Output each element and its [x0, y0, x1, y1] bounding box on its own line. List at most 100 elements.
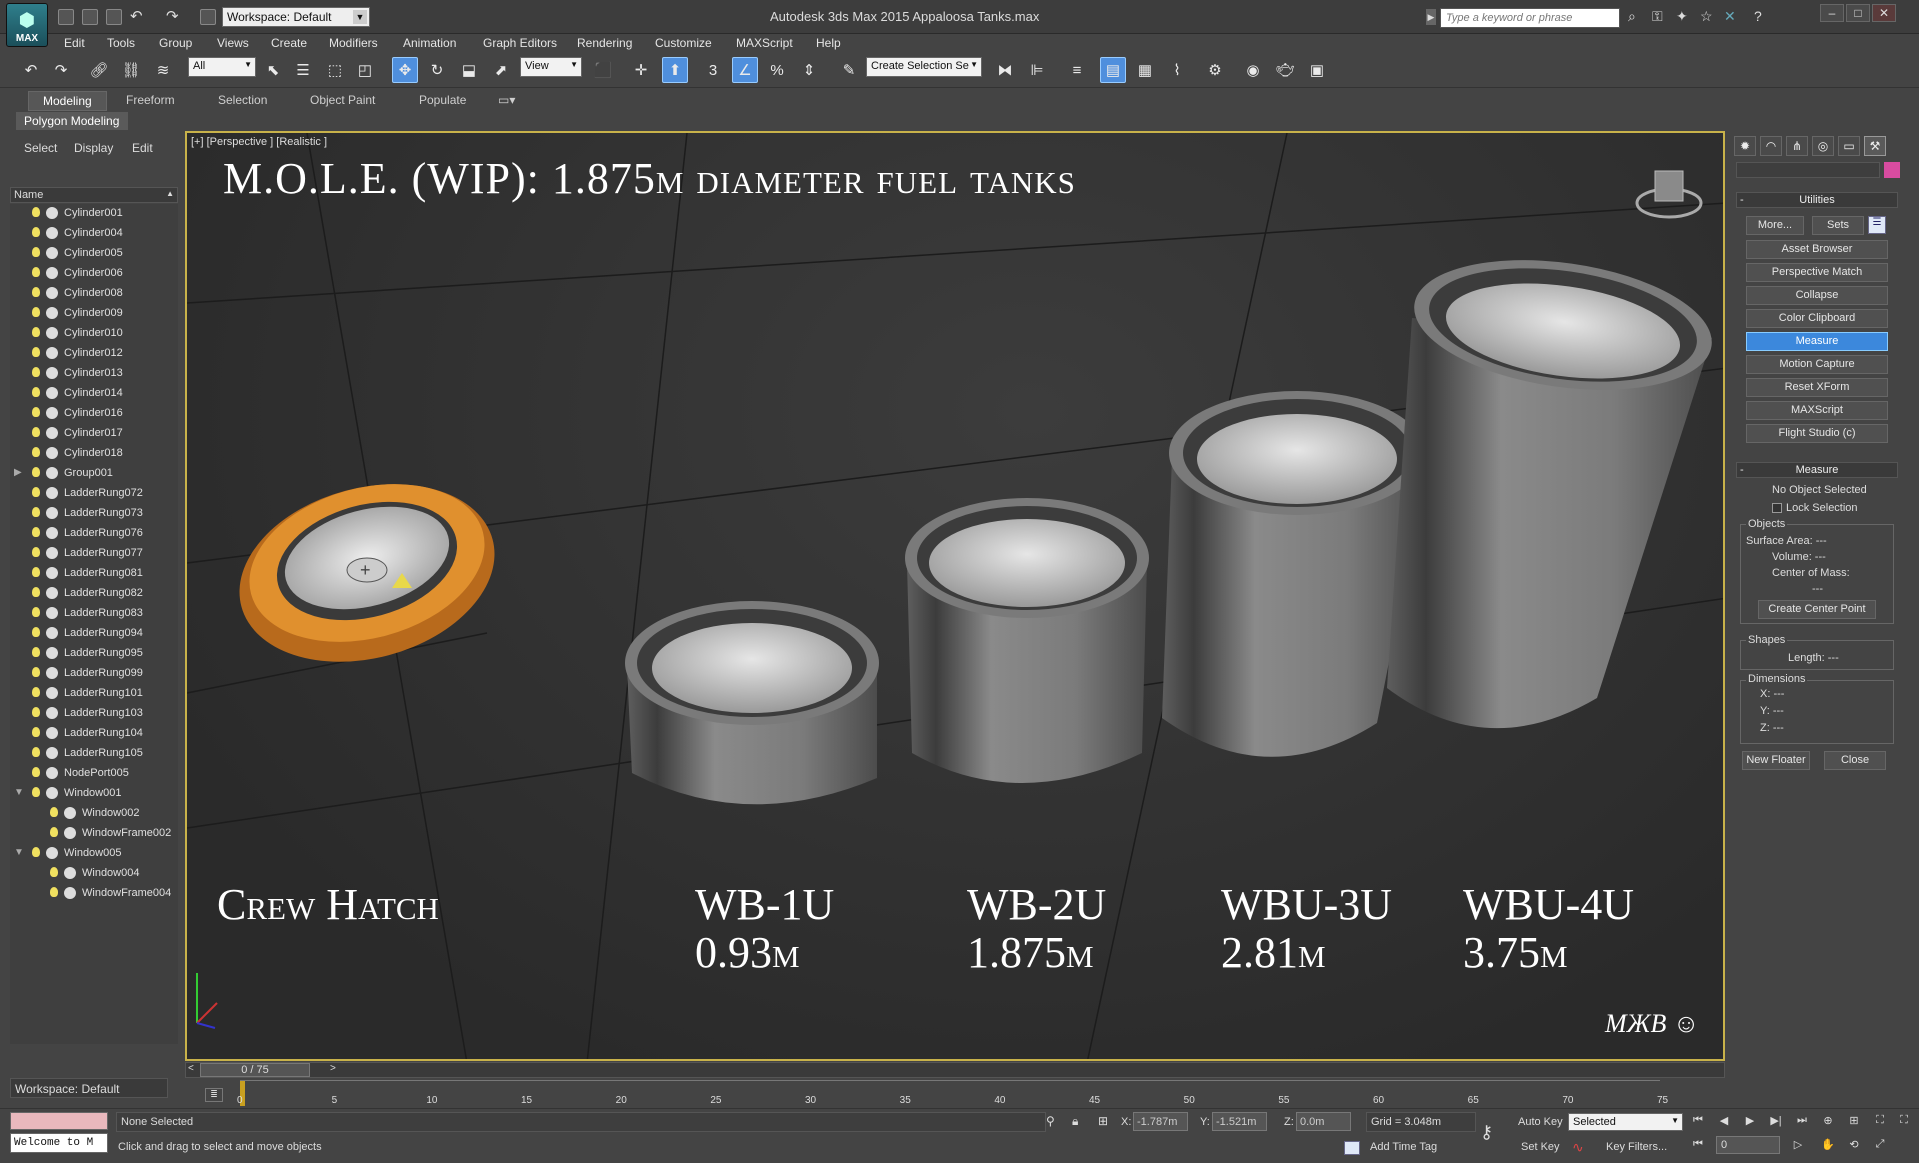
project-folder-icon[interactable] [200, 9, 216, 25]
save-file-icon[interactable] [106, 9, 122, 25]
utilities-panel-icon[interactable]: ⚒ [1864, 136, 1886, 156]
create-center-point-button[interactable]: Create Center Point [1758, 600, 1876, 619]
new-file-icon[interactable] [58, 9, 74, 25]
search-expand-icon[interactable]: ▶ [1426, 9, 1436, 25]
explorer-row[interactable]: Cylinder012 [10, 344, 178, 364]
menu-create[interactable]: Create [271, 36, 307, 50]
display-panel-icon[interactable]: ▭ [1838, 136, 1860, 156]
object-type-icon[interactable] [46, 327, 58, 339]
object-type-icon[interactable] [46, 347, 58, 359]
light-bulb-icon[interactable] [32, 207, 40, 217]
field-of-view-icon[interactable]: ▷ [1788, 1138, 1808, 1154]
object-type-icon[interactable] [64, 887, 76, 899]
utility-button[interactable]: Flight Studio (c) [1746, 424, 1888, 443]
light-bulb-icon[interactable] [32, 447, 40, 457]
menu-modifiers[interactable]: Modifiers [329, 36, 378, 50]
current-frame-field[interactable]: 0 [1716, 1136, 1780, 1154]
light-bulb-icon[interactable] [32, 247, 40, 257]
explorer-row[interactable]: WindowFrame004 [10, 884, 178, 904]
object-type-icon[interactable] [46, 287, 58, 299]
menu-maxscript[interactable]: MAXScript [736, 36, 793, 50]
menu-views[interactable]: Views [217, 36, 249, 50]
x-coordinate-field[interactable]: -1.787m [1133, 1112, 1188, 1131]
explorer-row[interactable]: Cylinder017 [10, 424, 178, 444]
zoom-extents-icon[interactable]: ⛶ [1870, 1114, 1890, 1130]
tab-object-paint[interactable]: Object Paint [310, 93, 375, 107]
key-selection-dropdown[interactable]: Selected ▼ [1568, 1113, 1683, 1131]
modify-panel-icon[interactable]: ◠ [1760, 136, 1782, 156]
perspective-viewport[interactable]: + [+] [Perspective] [Realistic] M.O.L.… [185, 131, 1725, 1061]
set-key-button[interactable]: Set Key [1521, 1141, 1560, 1153]
key-mode-toggle-icon[interactable]: ⏮ [1688, 1138, 1708, 1154]
search-input[interactable]: Type a keyword or phrase [1440, 8, 1620, 28]
window-crossing-icon[interactable]: ◰ [352, 57, 378, 83]
object-type-icon[interactable] [46, 307, 58, 319]
place-icon[interactable]: ⬈ [488, 57, 514, 83]
menu-edit[interactable]: Edit [64, 36, 85, 50]
key-mode-icon[interactable]: ∿ [1572, 1139, 1584, 1156]
light-bulb-icon[interactable] [32, 727, 40, 737]
tab-selection[interactable]: Selection [218, 93, 267, 107]
light-bulb-icon[interactable] [32, 767, 40, 777]
redo-icon[interactable]: ↷ [166, 7, 179, 25]
object-type-icon[interactable] [46, 427, 58, 439]
menu-customize[interactable]: Customize [655, 36, 712, 50]
utility-button[interactable]: MAXScript [1746, 401, 1888, 420]
object-type-icon[interactable] [46, 267, 58, 279]
menu-graph-editors[interactable]: Graph Editors [483, 36, 557, 50]
zoom-all-icon[interactable]: ⊞ [1844, 1114, 1864, 1130]
hierarchy-panel-icon[interactable]: ⋔ [1786, 136, 1808, 156]
close-button[interactable]: Close [1824, 751, 1886, 770]
explorer-row[interactable]: LadderRung072 [10, 484, 178, 504]
object-type-icon[interactable] [46, 367, 58, 379]
time-next-icon[interactable]: > [330, 1063, 336, 1074]
named-selection-set-dropdown[interactable]: Create Selection Se ▼ [866, 57, 982, 77]
orbit-icon[interactable]: ⟲ [1844, 1138, 1864, 1154]
snaps-toggle-icon[interactable]: 3 [700, 57, 726, 83]
scene-explorer-icon[interactable]: ▤ [1100, 57, 1126, 83]
selection-lock-icon[interactable]: 🔒︎ [1072, 1114, 1078, 1129]
light-bulb-icon[interactable] [32, 847, 40, 857]
explorer-row[interactable]: Cylinder008 [10, 284, 178, 304]
previous-frame-icon[interactable]: ◀ [1714, 1114, 1734, 1130]
light-bulb-icon[interactable] [32, 667, 40, 677]
pivot-center-icon[interactable]: ⬛ [590, 57, 616, 83]
object-type-icon[interactable] [64, 807, 76, 819]
app-menu-button[interactable]: ⬢ MAX [6, 3, 48, 47]
light-bulb-icon[interactable] [32, 707, 40, 717]
object-type-icon[interactable] [46, 567, 58, 579]
play-icon[interactable]: ▶ [1740, 1114, 1760, 1130]
close-window-button[interactable]: ✕ [1872, 4, 1896, 22]
utility-button[interactable]: Collapse [1746, 286, 1888, 305]
zoom-icon[interactable]: ⊕ [1818, 1114, 1838, 1130]
object-type-icon[interactable] [46, 547, 58, 559]
light-bulb-icon[interactable] [32, 227, 40, 237]
set-key-mode-icon[interactable]: ⚷ [1480, 1122, 1493, 1143]
undo-icon[interactable]: ↶ [18, 57, 44, 83]
light-bulb-icon[interactable] [32, 387, 40, 397]
mini-curve-editor-icon[interactable]: ≣ [205, 1088, 223, 1102]
light-bulb-icon[interactable] [32, 527, 40, 537]
utilities-rollout-header[interactable]: - Utilities [1736, 192, 1898, 208]
explorer-column-header[interactable]: Name ▲ [10, 187, 178, 203]
y-coordinate-field[interactable]: -1.521m [1212, 1112, 1267, 1131]
go-to-start-icon[interactable]: ⏮ [1688, 1114, 1708, 1130]
track-bar[interactable]: ≣ 0 5 10 15 20 25 30 35 40 45 50 55 60 65 70 75 [185, 1080, 1725, 1108]
object-type-icon[interactable] [46, 767, 58, 779]
explorer-row[interactable]: LadderRung083 [10, 604, 178, 624]
object-color-swatch[interactable] [1884, 162, 1900, 178]
light-bulb-icon[interactable] [32, 367, 40, 377]
angle-snap-icon[interactable]: ∠ [732, 57, 758, 83]
explorer-row[interactable]: Cylinder005 [10, 244, 178, 264]
light-bulb-icon[interactable] [32, 427, 40, 437]
explorer-row[interactable]: LadderRung101 [10, 684, 178, 704]
more-button[interactable]: More... [1746, 216, 1804, 235]
isolate-selection-icon[interactable]: ⚲ [1046, 1114, 1055, 1128]
explorer-row[interactable]: LadderRung077 [10, 544, 178, 564]
object-type-icon[interactable] [46, 247, 58, 259]
maxscript-listener-output[interactable] [10, 1112, 108, 1130]
go-to-end-icon[interactable]: ⏭ [1792, 1114, 1812, 1130]
object-type-icon[interactable] [46, 607, 58, 619]
explorer-row[interactable]: ▼ Window001 [10, 784, 178, 804]
light-bulb-icon[interactable] [32, 627, 40, 637]
